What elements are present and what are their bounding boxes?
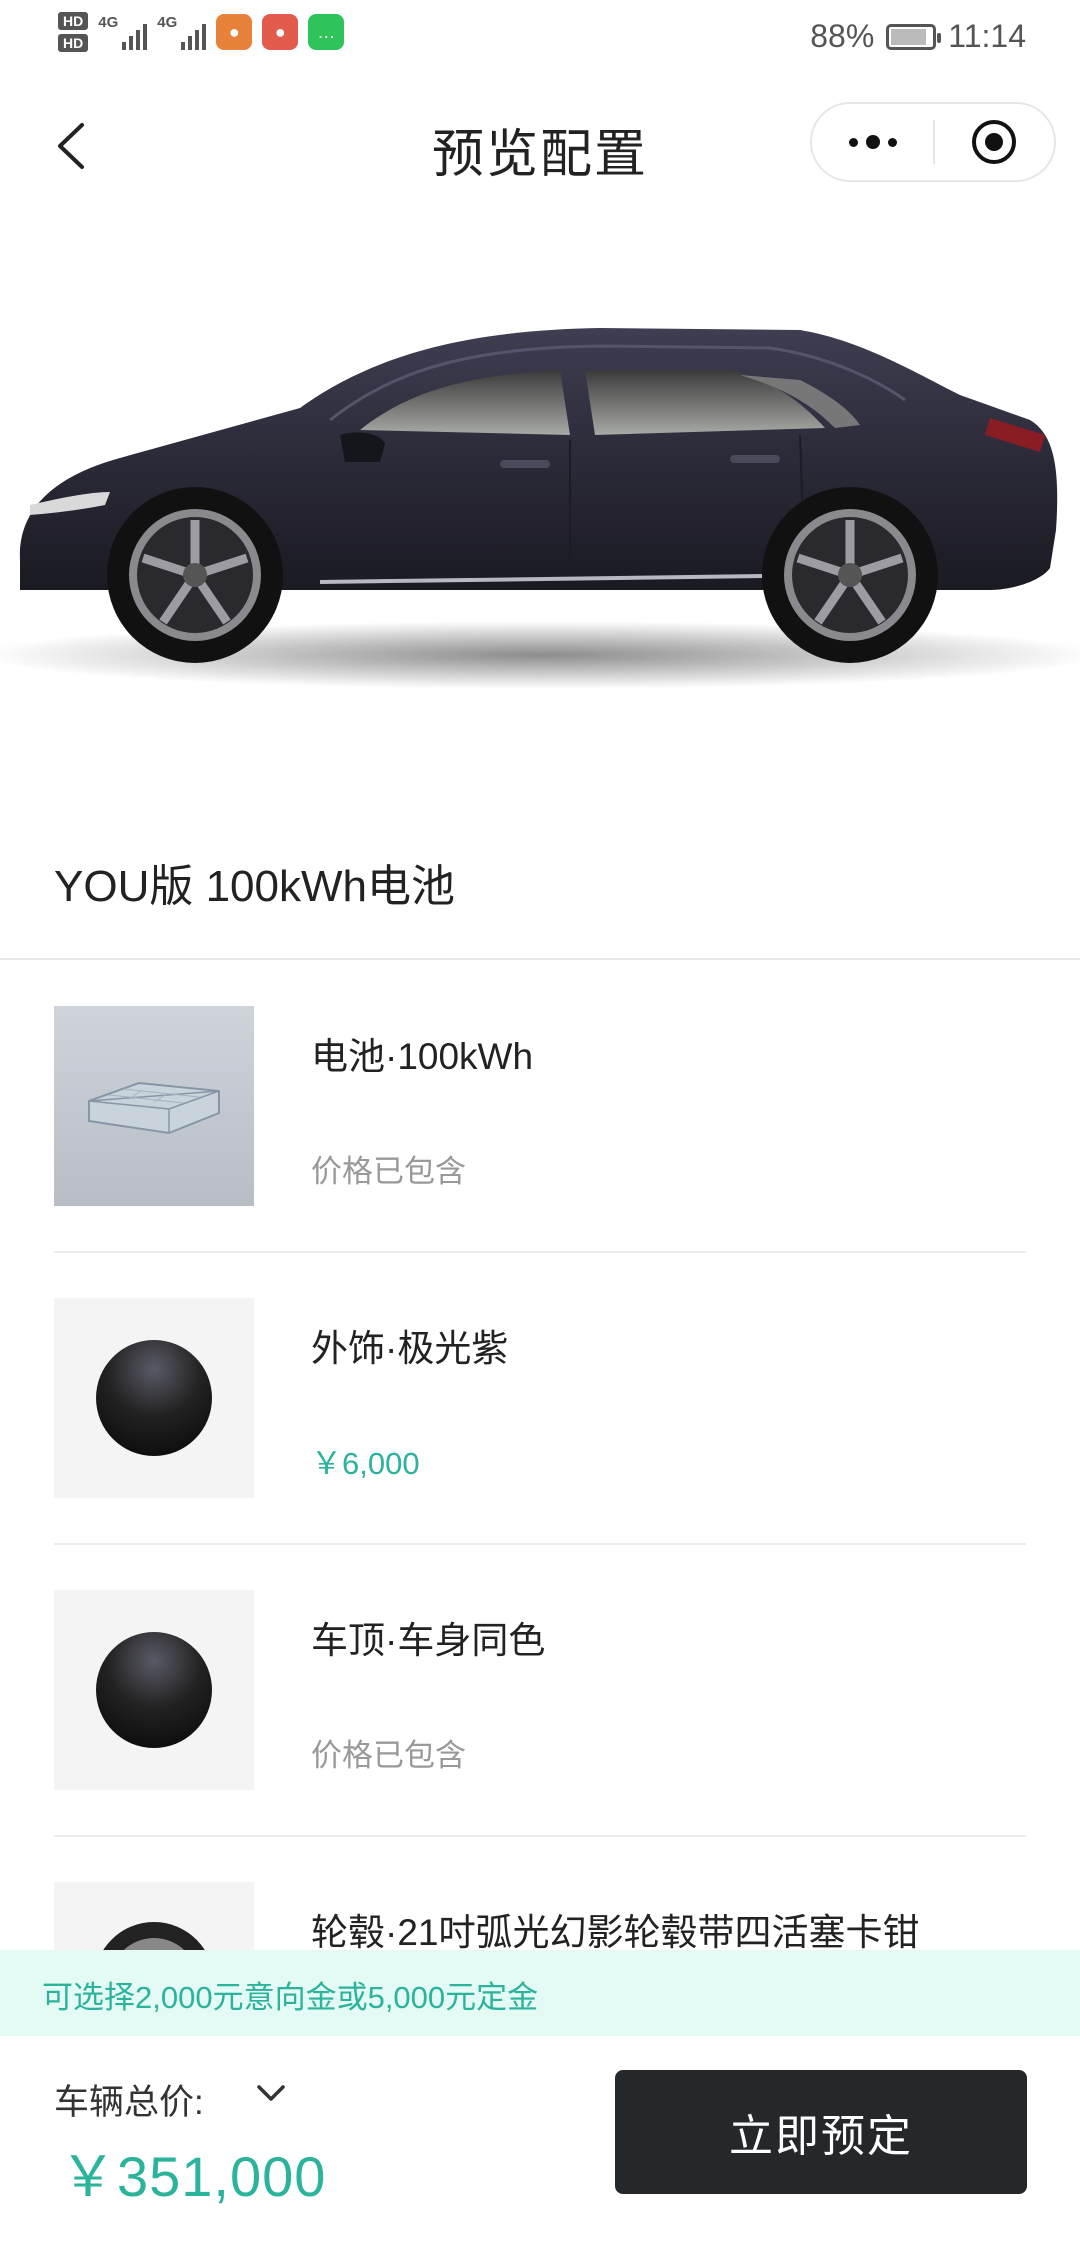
app-notification-icon: ● xyxy=(262,14,299,50)
network-type-2: 4G xyxy=(157,14,178,31)
item-divider xyxy=(54,1835,1026,1837)
status-bar: HD HD 4G 4G ● ● … 88% 11:14 xyxy=(0,0,1080,80)
total-price-label: 车辆总价: xyxy=(54,2083,204,2122)
total-price: ￥351,000 xyxy=(60,2145,327,2208)
hd2-badge: HD xyxy=(58,34,89,52)
battery-pack-image xyxy=(54,1006,254,1206)
section-divider xyxy=(0,958,1080,960)
deposit-banner: 可选择2,000元意向金或5,000元定金 xyxy=(0,1950,1080,2036)
status-icons-left: HD HD 4G 4G ● ● … xyxy=(58,12,345,52)
list-item: 外饰·极光紫 ￥6,000 xyxy=(54,1298,1026,1590)
mini-program-capsule xyxy=(810,102,1056,182)
option-price: 价格已包含 xyxy=(311,1738,466,1773)
more-dots-icon[interactable] xyxy=(812,135,933,149)
aurora-purple-swatch xyxy=(96,1340,212,1456)
checkout-footer: 车辆总价: ￥351,000 立即预定 xyxy=(0,2036,1080,2244)
option-name: 外饰·极光紫 xyxy=(311,1328,509,1369)
network-type-1: 4G xyxy=(98,14,119,31)
nav-bar: 预览配置 xyxy=(0,90,1080,200)
chat-app-icon: … xyxy=(308,14,345,50)
option-name: 车顶·车身同色 xyxy=(311,1620,546,1661)
car-side-view xyxy=(0,230,1080,730)
signal-icon: 4G xyxy=(157,14,207,50)
hd1-badge: HD xyxy=(58,12,89,30)
color-swatch xyxy=(54,1590,254,1790)
option-price: 价格已包含 xyxy=(311,1154,466,1189)
signal-icon: 4G xyxy=(98,14,148,50)
reserve-button[interactable]: 立即预定 xyxy=(615,2070,1027,2194)
target-icon[interactable] xyxy=(935,118,1054,166)
app-notification-icon: ● xyxy=(216,14,253,50)
color-swatch xyxy=(54,1298,254,1498)
list-item: 电池·100kWh 价格已包含 xyxy=(54,1006,1026,1298)
clock: 11:14 xyxy=(948,18,1026,54)
battery-percent: 88% xyxy=(810,18,875,54)
battery-icon xyxy=(886,23,942,50)
chevron-down-icon[interactable] xyxy=(252,2078,290,2108)
config-title: YOU版 100kWh电池 xyxy=(54,862,455,911)
list-item: 车顶·车身同色 价格已包含 xyxy=(54,1590,1026,1882)
roof-color-swatch xyxy=(96,1632,212,1748)
option-name: 轮毂·21吋弧光幻影轮毂带四活塞卡钳 xyxy=(311,1912,920,1953)
item-divider xyxy=(54,1251,1026,1253)
hd-indicator: HD HD xyxy=(58,12,89,52)
option-name: 电池·100kWh xyxy=(311,1036,534,1077)
status-icons-right: 88% 11:14 xyxy=(810,18,1026,55)
deposit-banner-text: 可选择2,000元意向金或5,000元定金 xyxy=(42,1980,539,2015)
option-price: ￥6,000 xyxy=(311,1446,420,1481)
item-divider xyxy=(54,1543,1026,1545)
